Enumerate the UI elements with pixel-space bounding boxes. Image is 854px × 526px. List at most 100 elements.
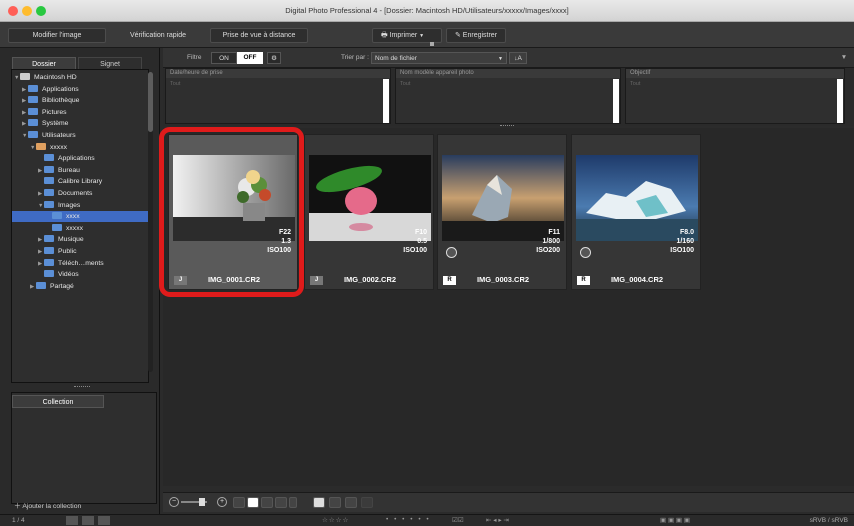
sort-order-icon[interactable]: ↓A (509, 52, 527, 64)
tree-item[interactable]: ▶ Musique (12, 234, 84, 245)
tree-item[interactable]: ▶ Partagé (12, 281, 74, 292)
folder-icon (44, 247, 54, 254)
file-type-badge: R (443, 276, 456, 285)
filter-off-button[interactable]: OFF (237, 52, 263, 64)
label-dots-icon[interactable]: • • • • • • (386, 516, 446, 525)
tree-item-label: xxxxx (50, 143, 67, 151)
tree-item[interactable]: ▼ Images (12, 200, 80, 211)
thumbnail-card[interactable]: F8.0 1/160 ISO100 IMG_0004.CR2 R (571, 134, 701, 290)
tree-item-label: xxxx (66, 213, 80, 221)
filter-column-header[interactable]: Objectif (626, 69, 844, 78)
collapse-filters-icon[interactable]: ▼ (839, 52, 849, 64)
filter-on-button[interactable]: ON (211, 52, 237, 64)
filter-column[interactable]: Objectif Tout (625, 68, 845, 124)
view-menu-icon[interactable] (289, 497, 297, 508)
image-count: 1 / 4 (12, 517, 25, 524)
tree-item[interactable]: xxxxx (12, 223, 83, 234)
tree-item[interactable]: ▶ Pictures (12, 107, 67, 118)
zoom-slider-thumb[interactable] (199, 498, 205, 506)
tree-item[interactable]: ▶ Bureau (12, 165, 80, 176)
aperture-value: F11 (548, 229, 560, 236)
tree-item[interactable]: Applications (12, 153, 95, 164)
single-view-icon[interactable] (329, 497, 341, 508)
filter-column[interactable]: Nom modèle appareil photo Tout (395, 68, 621, 124)
check-marks-icon[interactable]: ☑☑ (452, 516, 480, 525)
folder-icon (44, 258, 54, 266)
tree-item[interactable]: xxxx (12, 211, 149, 223)
filter-column-header[interactable]: Date/heure de prise (166, 69, 390, 78)
thumbnail-card[interactable]: F11 1/800 ISO200 IMG_0003.CR2 R (437, 134, 567, 290)
thumbnail-card[interactable]: F10 0.5 ISO100 IMG_0002.CR2 J (304, 134, 434, 290)
edit-image-button[interactable]: Modifier l'image (8, 28, 106, 43)
sort-select[interactable]: Nom de fichier ▼ (371, 52, 507, 64)
compare-view-icon[interactable] (345, 497, 357, 508)
filter-column-value[interactable]: Tout (166, 80, 390, 89)
tree-item[interactable]: ▶ Bibliothèque (12, 95, 79, 106)
filter-resize-handle[interactable] (500, 125, 514, 127)
filter-scrollbar[interactable] (613, 79, 619, 123)
filter-scrollbar[interactable] (383, 79, 389, 123)
filter-label: Filtre (187, 54, 202, 61)
file-type-badge: J (310, 276, 323, 285)
rating-stars-icon[interactable]: ☆☆☆☆ (322, 516, 382, 525)
main-toolbar: Modifier l'image Vérification rapide Pri… (0, 22, 854, 48)
photo-rose (309, 155, 431, 241)
tree-scrollbar-thumb[interactable] (148, 72, 153, 132)
tree-item[interactable]: ▶ Système (12, 118, 68, 129)
tree-item[interactable]: ▶ Applications (12, 84, 79, 95)
chevron-down-icon: ▼ (419, 33, 425, 39)
filter-settings-icon[interactable]: ⚙ (267, 52, 281, 64)
minimize-window-button[interactable] (22, 6, 32, 16)
quick-check-button[interactable]: Vérification rapide (110, 28, 206, 43)
panel-toggles-icon[interactable]: ▣ ▣ ▣ ▣ (660, 516, 720, 525)
grid-view-icon[interactable] (361, 497, 373, 508)
filter-column[interactable]: Date/heure de prise Tout (165, 68, 391, 124)
zoom-out-icon[interactable]: − (169, 497, 179, 507)
tab-collection[interactable]: Collection (12, 395, 104, 408)
list-layout-icon[interactable] (82, 516, 94, 525)
aperture-value: F10 (414, 229, 427, 236)
view-large-icon[interactable] (233, 497, 245, 508)
view-list-icon[interactable] (275, 497, 287, 508)
tree-item[interactable]: ▶ Public (12, 246, 77, 257)
tree-item[interactable]: ▼ xxxxx (12, 142, 67, 153)
aperture-value: F8.0 (679, 229, 694, 236)
tree-item[interactable]: Vidéos (12, 269, 79, 280)
tree-item-label: Bibliothèque (42, 97, 80, 105)
grid-layout-icon[interactable] (66, 516, 78, 525)
view-small-icon[interactable] (261, 497, 273, 508)
filter-column-header[interactable]: Nom modèle appareil photo (396, 69, 620, 78)
zoom-window-button[interactable] (36, 6, 46, 16)
shutter-value: 1/800 (542, 238, 560, 245)
zoom-in-icon[interactable]: + (217, 497, 227, 507)
close-window-button[interactable] (8, 6, 18, 16)
file-name: IMG_0002.CR2 (343, 275, 397, 284)
remote-shooting-button[interactable]: Prise de vue à distance (210, 28, 308, 43)
tree-item[interactable]: ▼ Macintosh HD (12, 72, 77, 83)
tree-item[interactable]: ▼ Utilisateurs (12, 130, 76, 141)
folder-icon (36, 281, 46, 289)
filter-column-value[interactable]: Tout (626, 80, 844, 89)
raw-jpeg-icon[interactable] (313, 497, 325, 508)
window-title: Digital Photo Professional 4 - [Dossier:… (285, 6, 569, 15)
panel-resize-handle[interactable] (74, 386, 90, 388)
iso-value: ISO100 (670, 247, 694, 254)
tree-item-label: Public (58, 248, 77, 255)
tree-item[interactable]: ▶ Documents (12, 188, 92, 199)
folder-tree: ▼ Macintosh HD ▶ Applications ▶ Bibliothèque ▶… (11, 69, 149, 383)
tree-item-label: Images (58, 201, 81, 209)
navigation-arrows-icon[interactable]: ⇤ ◂ ▸ ⇥ (486, 516, 546, 525)
tree-item[interactable]: Calibre Library (12, 176, 102, 187)
filter-sort-bar: Filtre ON OFF ⚙ Trier par : Nom de fichi… (163, 48, 854, 68)
print-button[interactable]: 🖶 Imprimer ▼ (372, 28, 442, 43)
add-collection-button[interactable]: ＋ Ajouter la collection (14, 502, 81, 512)
filter-column-value[interactable]: Tout (396, 80, 620, 89)
toolbar-collapse-handle[interactable] (430, 42, 434, 46)
save-button[interactable]: ✎ Enregistrer (446, 28, 506, 43)
split-layout-icon[interactable] (98, 516, 110, 525)
folder-icon (44, 165, 54, 173)
view-medium-icon[interactable] (247, 497, 259, 508)
folder-icon (20, 73, 30, 80)
tree-item[interactable]: ▶ Téléch…ments (12, 258, 104, 269)
filter-scrollbar[interactable] (837, 79, 843, 123)
